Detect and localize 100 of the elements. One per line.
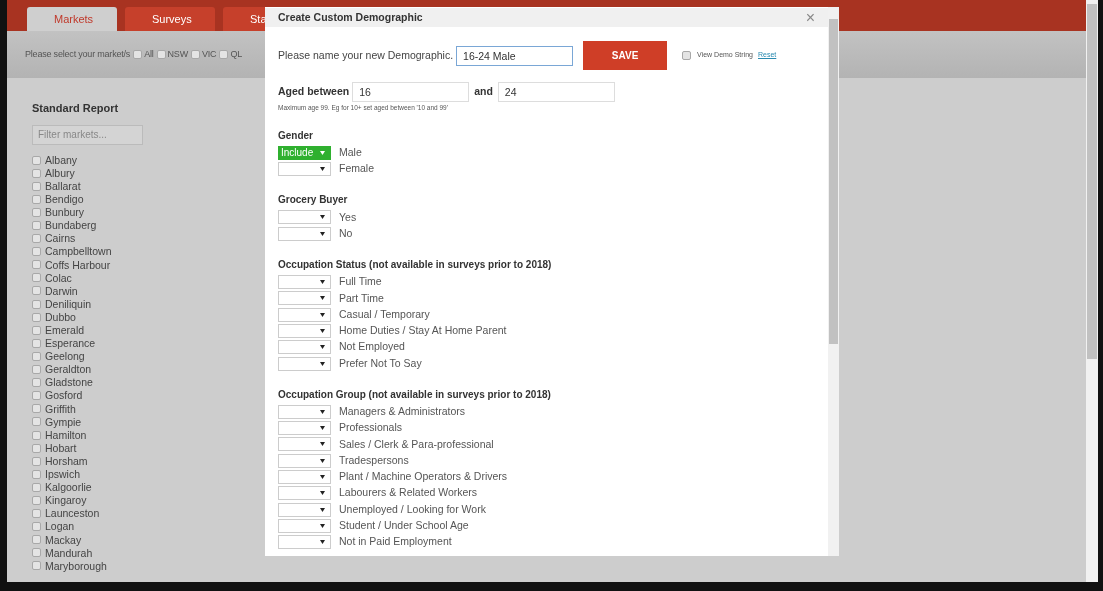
checkbox[interactable]	[32, 417, 41, 427]
option-label: Prefer Not To Say	[339, 355, 422, 371]
checkbox[interactable]	[32, 207, 41, 217]
option-label: No	[339, 225, 353, 241]
checkbox[interactable]	[32, 260, 41, 270]
market-label: Gympie	[45, 416, 82, 428]
caret-icon	[320, 540, 325, 545]
caret-icon	[320, 280, 325, 285]
include-dropdown[interactable]	[278, 518, 331, 533]
include-dropdown[interactable]	[278, 275, 331, 290]
age-from-field[interactable]: 16	[352, 82, 470, 102]
include-dropdown[interactable]	[278, 502, 331, 517]
include-dropdown[interactable]	[278, 340, 331, 355]
checkbox[interactable]	[32, 181, 41, 191]
close-button[interactable]: ×	[805, 9, 815, 26]
checkbox[interactable]	[32, 496, 41, 505]
checkbox[interactable]	[32, 351, 41, 361]
save-button[interactable]: SAVE	[583, 41, 668, 70]
section-heading: Gender	[278, 128, 314, 143]
caret-icon	[320, 312, 325, 317]
and-label: and	[474, 84, 493, 100]
market-label: Esperance	[45, 338, 96, 349]
checkbox[interactable]	[32, 535, 41, 545]
checkbox[interactable]	[32, 312, 41, 322]
market-label: Maryborough	[45, 560, 107, 572]
age-to-field[interactable]: 24	[497, 82, 615, 102]
checkbox[interactable]	[32, 391, 41, 401]
market-label: Launceston	[45, 508, 100, 519]
dialog-title: Create Custom Demographic	[278, 9, 423, 25]
include-dropdown[interactable]	[278, 404, 331, 419]
checkbox[interactable]	[32, 561, 41, 571]
name-prompt: Please name your new Demographic.	[278, 47, 454, 63]
market-label: Geelong	[45, 351, 85, 362]
caret-icon	[320, 458, 325, 463]
include-dropdown[interactable]	[278, 323, 331, 338]
caret-icon	[320, 426, 325, 431]
tab[interactable]: Surveys	[125, 7, 215, 31]
checkbox[interactable]	[32, 456, 41, 466]
option-label: Plant / Machine Operators & Drivers	[339, 469, 508, 485]
include-dropdown[interactable]	[278, 421, 331, 436]
option-label: Male	[339, 145, 362, 160]
checkbox[interactable]	[190, 50, 200, 59]
checkbox[interactable]	[32, 221, 41, 230]
checkbox[interactable]	[32, 299, 41, 309]
checkbox[interactable]	[32, 325, 41, 335]
tab[interactable]: Markets	[27, 7, 117, 31]
checkbox[interactable]	[133, 50, 143, 59]
checkbox[interactable]	[32, 168, 41, 178]
checkbox[interactable]	[32, 155, 41, 165]
option-label: Casual / Temporary	[339, 306, 430, 322]
include-dropdown[interactable]	[278, 210, 331, 225]
option-label: Professionals	[339, 420, 403, 436]
name-field[interactable]: 16-24 Male	[456, 45, 574, 66]
checkbox[interactable]	[32, 443, 41, 453]
checkbox[interactable]	[32, 430, 41, 440]
market-label: Logan	[45, 521, 75, 532]
include-dropdown[interactable]	[278, 486, 331, 501]
checkbox[interactable]	[32, 469, 41, 479]
checkbox[interactable]	[32, 194, 41, 204]
option-label: Labourers & Related Workers	[339, 485, 478, 501]
include-dropdown[interactable]	[278, 535, 331, 550]
market-label: Mandurah	[45, 547, 93, 559]
include-dropdown[interactable]	[278, 291, 331, 306]
checkbox[interactable]	[682, 51, 692, 60]
include-dropdown[interactable]: Include	[278, 145, 331, 160]
option-label: Not Employed	[339, 339, 405, 355]
checkbox[interactable]	[32, 286, 41, 296]
checkbox[interactable]	[32, 482, 41, 492]
checkbox[interactable]	[32, 247, 41, 257]
checkbox[interactable]	[32, 522, 41, 532]
checkbox[interactable]	[32, 548, 41, 558]
market-label: Bendigo	[45, 194, 84, 205]
checkbox[interactable]	[219, 50, 229, 59]
include-dropdown[interactable]	[278, 453, 331, 468]
checkbox[interactable]	[32, 378, 41, 388]
caret-icon	[320, 409, 325, 414]
option-label: Student / Under School Age	[339, 518, 469, 534]
checkbox-label: VIC	[201, 47, 217, 61]
age-label: Aged between	[278, 84, 350, 100]
checkbox[interactable]	[156, 50, 166, 59]
caret-icon	[320, 345, 325, 350]
market-prompt: Please select your market/s	[25, 47, 131, 61]
include-dropdown[interactable]	[278, 437, 331, 452]
checkbox[interactable]	[32, 404, 41, 414]
caret-icon	[320, 507, 325, 512]
include-dropdown[interactable]	[278, 470, 331, 485]
include-dropdown[interactable]	[278, 162, 331, 177]
include-dropdown[interactable]	[278, 226, 331, 241]
checkbox[interactable]	[32, 273, 41, 283]
caret-icon	[320, 150, 325, 155]
checkbox[interactable]	[32, 509, 41, 519]
include-dropdown[interactable]	[278, 307, 331, 322]
filter-field[interactable]: Filter markets...	[32, 124, 143, 145]
market-label: Cairns	[45, 233, 76, 244]
checkbox[interactable]	[32, 338, 41, 348]
market-label: Bundaberg	[45, 220, 97, 231]
checkbox[interactable]	[32, 365, 41, 375]
caret-icon	[320, 523, 325, 528]
checkbox[interactable]	[32, 234, 41, 244]
include-dropdown[interactable]	[278, 356, 331, 371]
